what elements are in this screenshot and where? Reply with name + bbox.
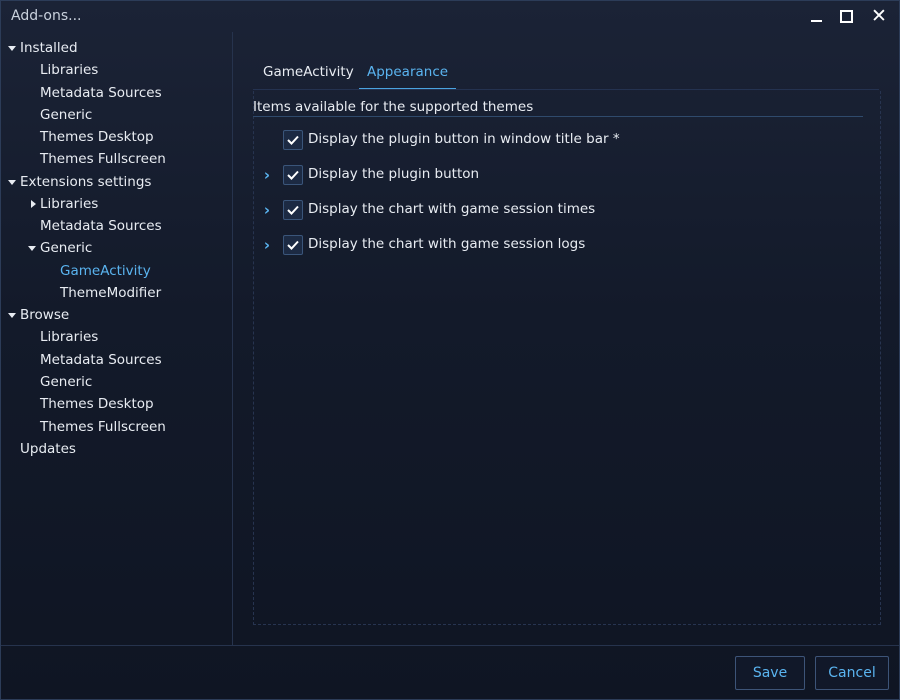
- chevron-right-icon[interactable]: ›: [259, 165, 275, 185]
- sidebar-item-installed-themes-desktop[interactable]: Themes Desktop: [40, 127, 154, 147]
- sidebar-item-installed-metadata-sources[interactable]: Metadata Sources: [40, 83, 162, 103]
- checkmark-icon: [287, 135, 299, 145]
- checkmark-icon: [287, 170, 299, 180]
- collapsed-arrow-icon: [31, 200, 36, 208]
- close-icon: ✕: [871, 5, 887, 27]
- tree-item-label: Generic: [40, 240, 93, 256]
- section-divider: [253, 116, 863, 117]
- tree-item-label: Installed: [20, 40, 78, 56]
- sidebar-item-browse-themes-fullscreen[interactable]: Themes Fullscreen: [40, 417, 166, 437]
- maximize-button[interactable]: [829, 1, 863, 32]
- maximize-icon: [839, 10, 853, 23]
- sidebar-item-gameactivity[interactable]: GameActivity: [60, 261, 151, 281]
- expanded-arrow-icon: [28, 246, 36, 251]
- title-bar[interactable]: Add-ons... ✕: [1, 1, 899, 32]
- checkmark-icon: [287, 240, 299, 250]
- sidebar-item-browse-metadata-sources[interactable]: Metadata Sources: [40, 350, 162, 370]
- sidebar-tree: Installed Libraries Metadata Sources Gen…: [1, 32, 233, 645]
- option-label: Display the chart with game session time…: [308, 201, 596, 217]
- minimize-icon: [810, 20, 822, 22]
- chevron-right-icon[interactable]: ›: [259, 235, 275, 255]
- minimize-button[interactable]: [799, 1, 833, 32]
- plugin-button-title-bar-checkbox[interactable]: [283, 130, 303, 150]
- chart-session-logs-checkbox[interactable]: [283, 235, 303, 255]
- tab-gameactivity[interactable]: GameActivity: [263, 62, 354, 86]
- window-title: Add-ons...: [11, 8, 82, 24]
- sidebar-item-browse-libraries[interactable]: Libraries: [40, 327, 98, 347]
- tab-label: Appearance: [367, 64, 449, 80]
- option-chart-session-logs: › Display the chart with game session lo…: [259, 234, 859, 256]
- chevron-right-icon[interactable]: ›: [259, 200, 275, 220]
- sidebar-item-installed-libraries[interactable]: Libraries: [40, 60, 98, 80]
- chart-session-times-checkbox[interactable]: [283, 200, 303, 220]
- cancel-button[interactable]: Cancel: [815, 656, 889, 690]
- option-chart-session-times: › Display the chart with game session ti…: [259, 199, 859, 221]
- option-label: Display the plugin button: [308, 166, 480, 182]
- option-plugin-button-title-bar: Display the plugin button in window titl…: [259, 129, 859, 151]
- settings-content: GameActivity Appearance Items available …: [233, 32, 899, 645]
- sidebar-item-updates[interactable]: Updates: [20, 439, 76, 459]
- sidebar-item-installed-generic[interactable]: Generic: [40, 105, 92, 125]
- sidebar-item-installed-themes-fullscreen[interactable]: Themes Fullscreen: [40, 149, 166, 169]
- sidebar-item-browse-generic[interactable]: Generic: [40, 372, 92, 392]
- sidebar-item-thememodifier[interactable]: ThemeModifier: [60, 283, 161, 303]
- tree-item-label: Libraries: [40, 196, 99, 212]
- checkmark-icon: [287, 205, 299, 215]
- sidebar-item-browse-themes-desktop[interactable]: Themes Desktop: [40, 394, 154, 414]
- close-button[interactable]: ✕: [862, 1, 896, 32]
- expanded-arrow-icon: [8, 46, 16, 51]
- dialog-footer: Save Cancel: [1, 645, 899, 700]
- tree-item-label: Browse: [20, 307, 70, 323]
- tab-strip-divider: [253, 89, 879, 90]
- expanded-arrow-icon: [8, 180, 16, 185]
- tab-appearance[interactable]: Appearance: [359, 62, 457, 90]
- option-plugin-button: › Display the plugin button: [259, 164, 859, 186]
- addons-window: Add-ons... ✕ Installed Libraries Metadat…: [0, 0, 900, 700]
- option-label: Display the chart with game session logs: [308, 236, 586, 252]
- option-label: Display the plugin button in window titl…: [308, 131, 620, 147]
- sidebar-item-extensions-metadata-sources[interactable]: Metadata Sources: [40, 216, 162, 236]
- section-title: Items available for the supported themes: [253, 99, 534, 115]
- expanded-arrow-icon: [8, 313, 16, 318]
- tree-item-label: Extensions settings: [20, 174, 152, 190]
- plugin-button-checkbox[interactable]: [283, 165, 303, 185]
- save-button[interactable]: Save: [735, 656, 805, 690]
